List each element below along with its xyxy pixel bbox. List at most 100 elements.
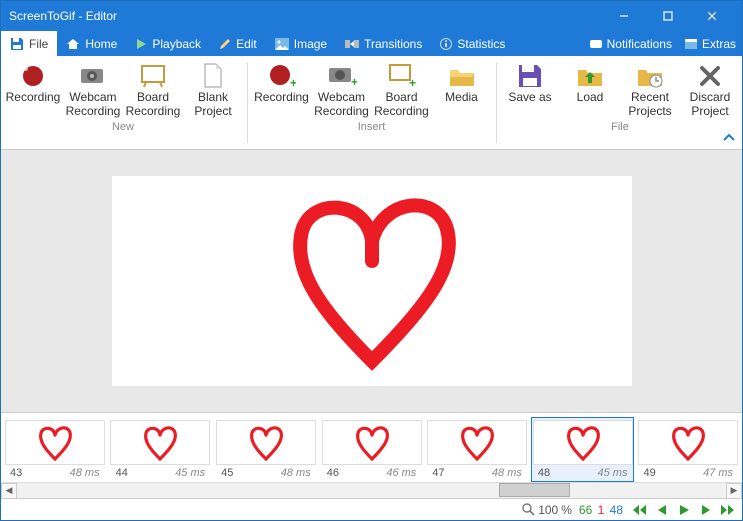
frame-thumbnail[interactable]: 49 47 ms	[636, 417, 740, 482]
webcam-plus-icon: +	[327, 64, 357, 88]
preview-canvas[interactable]	[112, 176, 632, 386]
statusbar: 100 % 66 1 48	[1, 498, 742, 520]
collapse-ribbon-button[interactable]	[722, 129, 736, 145]
playback-nav	[630, 501, 738, 519]
tab-home[interactable]: Home	[57, 31, 126, 56]
frame-duration: 46 ms	[386, 467, 416, 479]
play-button[interactable]	[674, 501, 694, 519]
group-label-file: File	[498, 121, 742, 135]
save-icon	[10, 37, 24, 51]
frame-number: 47	[432, 467, 444, 479]
save-icon	[517, 63, 543, 89]
next-frame-button[interactable]	[696, 501, 716, 519]
ribbon: Recording Webcam Recording Board Recordi…	[1, 56, 742, 150]
load-button[interactable]: Load	[560, 60, 620, 121]
recent-projects-button[interactable]: Recent Projects	[620, 60, 680, 121]
group-insert: + Recording + Webcam Recording + Board R…	[250, 56, 494, 149]
load-icon	[576, 64, 604, 88]
tab-transitions[interactable]: Transitions	[336, 31, 431, 56]
image-icon	[275, 38, 289, 50]
group-label-insert: Insert	[250, 121, 494, 135]
prev-frame-button[interactable]	[652, 501, 672, 519]
tab-edit[interactable]: Edit	[210, 31, 266, 56]
canvas-area	[1, 150, 742, 412]
record-plus-icon: +	[268, 63, 296, 89]
scroll-left-button[interactable]: ◀	[1, 483, 17, 499]
maximize-button[interactable]	[646, 1, 690, 31]
group-new: Recording Webcam Recording Board Recordi…	[1, 56, 245, 149]
frame-number: 48	[538, 467, 550, 479]
svg-text:+: +	[409, 76, 416, 89]
frame-thumbnail[interactable]: 44 45 ms	[109, 417, 213, 482]
info-icon	[440, 38, 452, 50]
frame-thumbnail[interactable]: 47 48 ms	[425, 417, 529, 482]
group-label-new: New	[1, 121, 245, 135]
tab-image[interactable]: Image	[266, 31, 336, 56]
extras-icon	[684, 38, 698, 50]
svg-text:+: +	[290, 76, 296, 89]
first-frame-button[interactable]	[630, 501, 650, 519]
scroll-right-button[interactable]: ▶	[726, 483, 742, 499]
extras-button[interactable]: Extras	[678, 31, 742, 56]
notifications-button[interactable]: Notifications	[583, 31, 678, 56]
insert-webcam-button[interactable]: + Webcam Recording	[312, 60, 372, 121]
bell-icon	[589, 38, 603, 50]
frame-image	[322, 420, 422, 465]
home-icon	[66, 37, 80, 51]
frame-image	[5, 420, 105, 465]
frame-duration: 48 ms	[281, 467, 311, 479]
new-recording-button[interactable]: Recording	[3, 60, 63, 121]
frame-image	[533, 420, 633, 465]
new-board-button[interactable]: Board Recording	[123, 60, 183, 121]
insert-recording-button[interactable]: + Recording	[252, 60, 312, 121]
tab-file[interactable]: File	[1, 31, 57, 56]
titlebar: ScreenToGif - Editor	[1, 1, 742, 31]
frame-number: 49	[643, 467, 655, 479]
frames-strip: 43 48 ms 44 45 ms 45 48 ms 46 46 ms 47 4…	[1, 413, 742, 482]
record-icon	[20, 63, 46, 89]
frame-duration: 48 ms	[70, 467, 100, 479]
webcam-icon	[79, 65, 107, 87]
frame-image	[216, 420, 316, 465]
frame-duration: 48 ms	[492, 467, 522, 479]
insert-media-button[interactable]: Media	[432, 60, 492, 121]
frame-counts: 66 1 48	[578, 503, 624, 517]
frame-thumbnail[interactable]: 43 48 ms	[3, 417, 107, 482]
chevron-up-icon	[722, 132, 736, 142]
scroll-thumb[interactable]	[499, 483, 570, 497]
tab-playback[interactable]: Playback	[126, 31, 210, 56]
blank-icon	[202, 63, 224, 89]
media-icon	[448, 64, 476, 88]
heart-drawing	[252, 181, 492, 381]
last-frame-button[interactable]	[718, 501, 738, 519]
pencil-icon	[219, 38, 231, 50]
frame-number: 45	[221, 467, 233, 479]
play-icon	[135, 38, 147, 50]
frame-duration: 45 ms	[175, 467, 205, 479]
zoom-indicator[interactable]: 100 %	[522, 503, 572, 517]
board-icon	[140, 64, 166, 88]
frame-thumbnail[interactable]: 46 46 ms	[320, 417, 424, 482]
tab-statistics[interactable]: Statistics	[431, 31, 514, 56]
group-file: Save as Load Recent Projects Discard Pro…	[498, 56, 742, 149]
timeline: 43 48 ms 44 45 ms 45 48 ms 46 46 ms 47 4…	[1, 412, 742, 498]
frame-thumbnail[interactable]: 48 45 ms	[531, 417, 635, 482]
frame-image	[427, 420, 527, 465]
frame-number: 46	[327, 467, 339, 479]
frame-number: 44	[116, 467, 128, 479]
new-webcam-button[interactable]: Webcam Recording	[63, 60, 123, 121]
save-as-button[interactable]: Save as	[500, 60, 560, 121]
new-blank-button[interactable]: Blank Project	[183, 60, 243, 121]
frame-image	[638, 420, 738, 465]
discard-project-button[interactable]: Discard Project	[680, 60, 740, 121]
timeline-scrollbar[interactable]: ◀ ▶	[1, 482, 742, 498]
minimize-button[interactable]	[602, 1, 646, 31]
board-plus-icon: +	[388, 63, 416, 89]
frame-duration: 47 ms	[703, 467, 733, 479]
app-title: ScreenToGif - Editor	[9, 9, 602, 23]
insert-board-button[interactable]: + Board Recording	[372, 60, 432, 121]
magnifier-icon	[522, 503, 535, 516]
menubar: File Home Playback Edit Image Transition…	[1, 31, 742, 56]
frame-thumbnail[interactable]: 45 48 ms	[214, 417, 318, 482]
close-button[interactable]	[690, 1, 734, 31]
